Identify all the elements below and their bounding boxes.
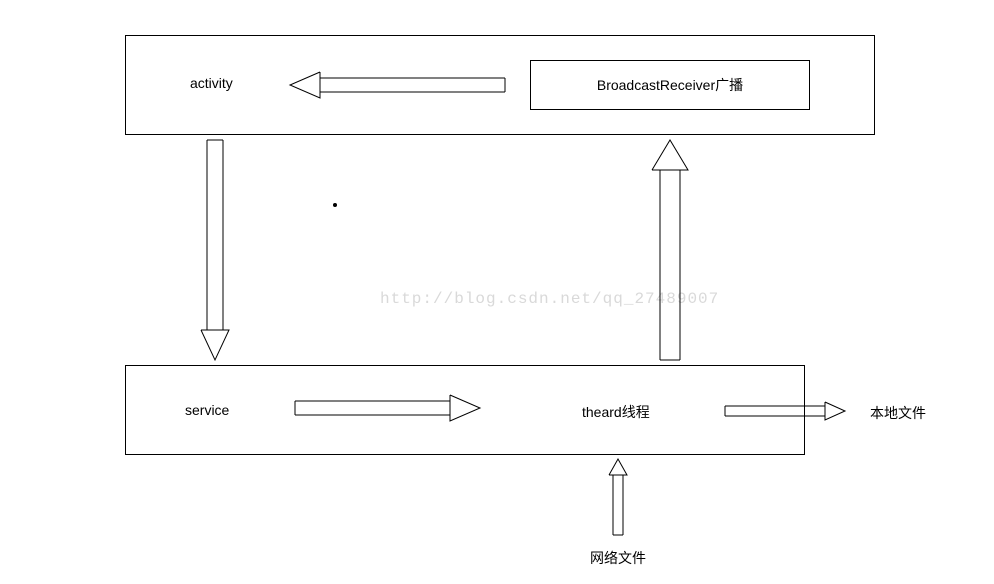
- arrow-broadcast-to-activity: [280, 70, 510, 100]
- arrow-networkfile-to-thread: [605, 455, 631, 540]
- arrow-thread-to-broadcast: [645, 135, 695, 365]
- thread-label: theard线程: [582, 402, 650, 422]
- local-file-label: 本地文件: [870, 403, 926, 423]
- dot-marker: [333, 203, 337, 207]
- activity-label: activity: [190, 75, 233, 91]
- arrow-service-to-thread: [290, 393, 490, 423]
- broadcast-receiver-box: BroadcastReceiver广播: [530, 60, 810, 110]
- arrow-activity-to-service: [195, 135, 235, 365]
- network-file-label: 网络文件: [590, 548, 646, 568]
- arrow-thread-to-localfile: [720, 400, 850, 424]
- service-label: service: [185, 402, 229, 418]
- broadcast-receiver-label: BroadcastReceiver广播: [597, 75, 743, 95]
